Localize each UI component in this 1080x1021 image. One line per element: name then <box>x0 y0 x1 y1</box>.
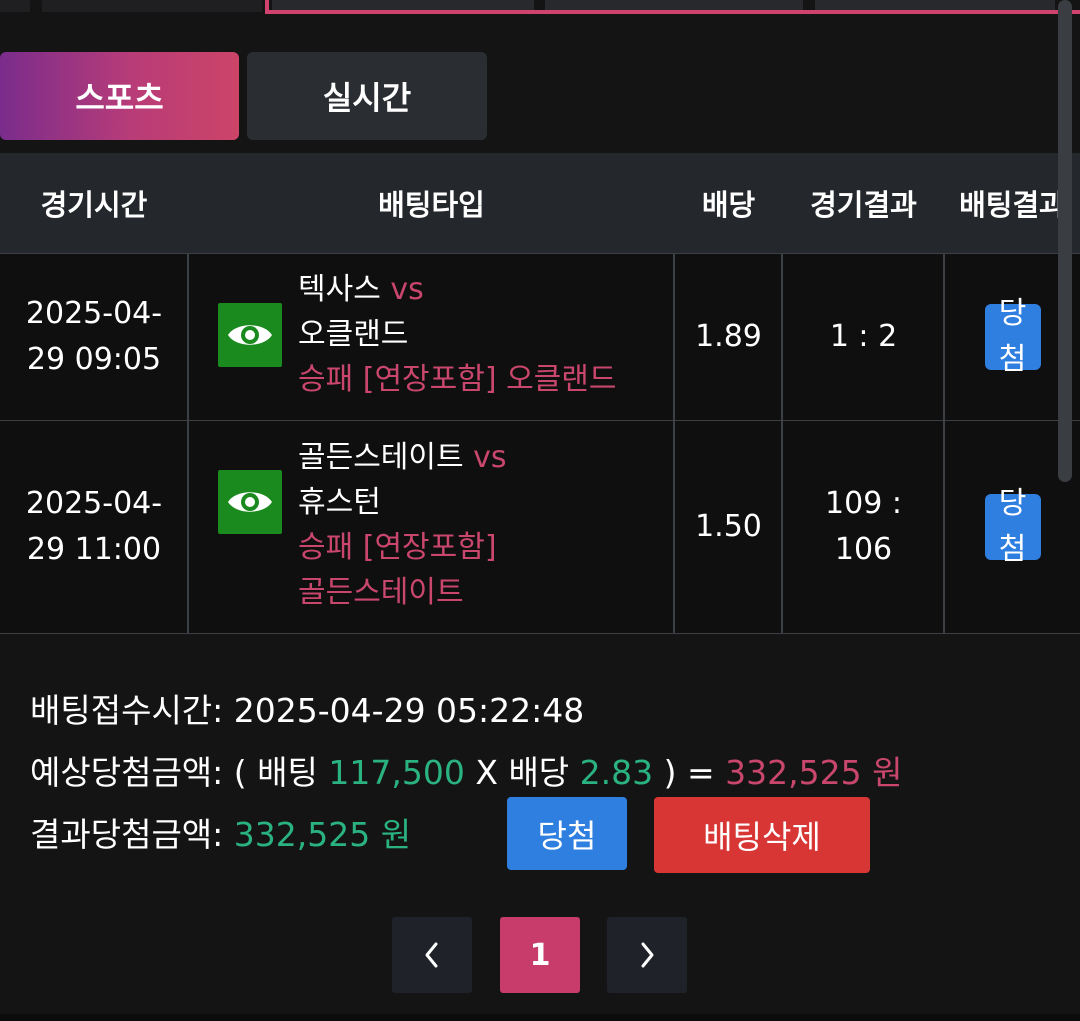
expected-close: ) = <box>663 753 715 792</box>
header-odds: 배당 <box>701 188 756 222</box>
bottom-edge <box>0 1014 1080 1021</box>
next-page-button[interactable] <box>607 917 687 993</box>
table-row: 2025-04- 29 09:05 텍사스 vs 오클랜드 승패 [연장포함] … <box>0 253 1080 421</box>
received-value: 2025-04-29 05:22:48 <box>233 691 585 730</box>
header-bet-type: 배팅타입 <box>378 188 485 222</box>
result-payout: 결과당첨금액: 332,525 원 <box>30 808 411 856</box>
top-tab-segment <box>42 0 262 12</box>
expected-amount: 332,525 원 <box>725 753 903 792</box>
odds-value: 1.50 <box>695 509 762 544</box>
tab-sports[interactable]: 스포츠 <box>0 52 239 140</box>
page-number-current[interactable]: 1 <box>500 917 580 993</box>
bet-pick: 승패 [연장포함] 오클랜드 <box>298 362 617 397</box>
game-score: 109 : 106 <box>783 421 944 633</box>
win-status-button[interactable]: 당첨 <box>507 797 627 870</box>
game-time: 2025-04- 29 09:05 <box>0 254 188 420</box>
game-time-clock: 29 11:00 <box>26 532 162 567</box>
vs-label: vs <box>390 272 424 307</box>
match-info: 텍사스 vs 오클랜드 승패 [연장포함] 오클랜드 <box>298 267 616 402</box>
game-score-home: 109 : <box>825 486 902 521</box>
delete-bet-button[interactable]: 배팅삭제 <box>654 797 870 873</box>
bet-pick-team: 골든스테이트 <box>298 575 464 610</box>
table-header: 경기시간 배팅타입 배당 경기결과 배팅결과 <box>0 153 1080 253</box>
expected-payout: 예상당첨금액: ( 배팅 117,500 X 배당 2.83 ) = 332,5… <box>30 746 903 794</box>
top-tab-segment <box>815 0 1055 10</box>
column-divider <box>943 253 945 634</box>
game-time: 2025-04- 29 11:00 <box>0 421 188 633</box>
away-team: 휴스턴 <box>298 485 381 520</box>
expected-label: 예상당첨금액: <box>30 753 224 792</box>
bet-amount: 117,500 <box>328 753 465 792</box>
table-row: 2025-04- 29 11:00 골든스테이트 vs 휴스턴 승패 [연장포함… <box>0 420 1080 634</box>
away-team: 오클랜드 <box>298 317 409 352</box>
top-tab-segment <box>545 0 803 10</box>
match-info: 골든스테이트 vs 휴스턴 승패 [연장포함] 골든스테이트 <box>298 435 507 615</box>
game-time-date: 2025-04- <box>25 486 163 521</box>
eye-icon-glyph <box>228 492 272 512</box>
column-divider <box>187 253 189 634</box>
received-label: 배팅접수시간: <box>30 691 224 730</box>
header-game-result: 경기결과 <box>810 188 917 222</box>
eye-icon-glyph <box>228 325 272 345</box>
top-tab-segment <box>0 0 30 12</box>
times-label: X 배당 <box>475 753 570 792</box>
top-tab-segment <box>272 0 534 10</box>
eye-icon[interactable] <box>218 303 282 367</box>
expected-open: ( 배팅 <box>233 753 318 792</box>
win-badge: 당첨 <box>984 296 1041 377</box>
vs-label: vs <box>473 440 507 475</box>
game-time-clock: 29 09:05 <box>26 342 162 377</box>
result-label: 결과당첨금액: <box>30 815 224 854</box>
game-score: 1 : 2 <box>829 319 898 354</box>
chevron-right-icon <box>641 942 654 968</box>
bet-pick: 승패 [연장포함] <box>298 530 497 565</box>
tab-live[interactable]: 실시간 <box>247 52 487 140</box>
odds-value: 1.89 <box>695 319 762 354</box>
game-score-away: 106 <box>834 532 893 567</box>
chevron-left-icon <box>425 942 438 968</box>
eye-icon[interactable] <box>218 470 282 534</box>
header-game-time: 경기시간 <box>40 188 148 222</box>
scrollbar-thumb[interactable] <box>1058 0 1072 482</box>
column-divider <box>781 253 783 634</box>
game-time-date: 2025-04- <box>25 296 163 331</box>
prev-page-button[interactable] <box>392 917 472 993</box>
bet-received-time: 배팅접수시간: 2025-04-29 05:22:48 <box>30 684 584 732</box>
home-team: 텍사스 <box>298 272 381 307</box>
win-badge: 당첨 <box>984 486 1041 567</box>
home-team: 골든스테이트 <box>298 440 464 475</box>
total-odds: 2.83 <box>579 753 654 792</box>
result-amount: 332,525 원 <box>233 815 412 854</box>
top-nav-fragment <box>0 0 1080 16</box>
column-divider <box>673 253 675 634</box>
